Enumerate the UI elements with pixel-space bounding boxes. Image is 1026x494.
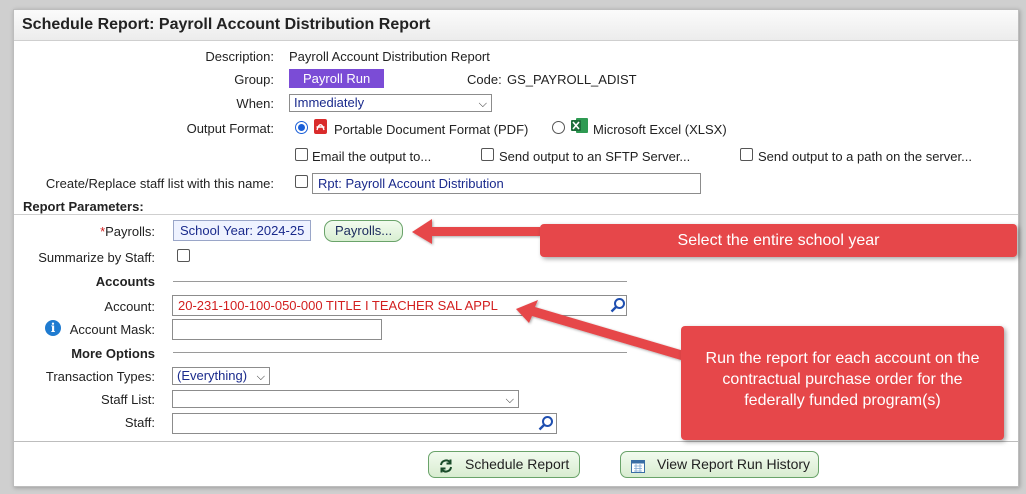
arrow-to-payrolls [412,219,540,244]
callout-account: Run the report for each account on the c… [681,326,1004,440]
callout-school-year: Select the entire school year [540,224,1017,257]
arrow-to-account [516,300,684,360]
